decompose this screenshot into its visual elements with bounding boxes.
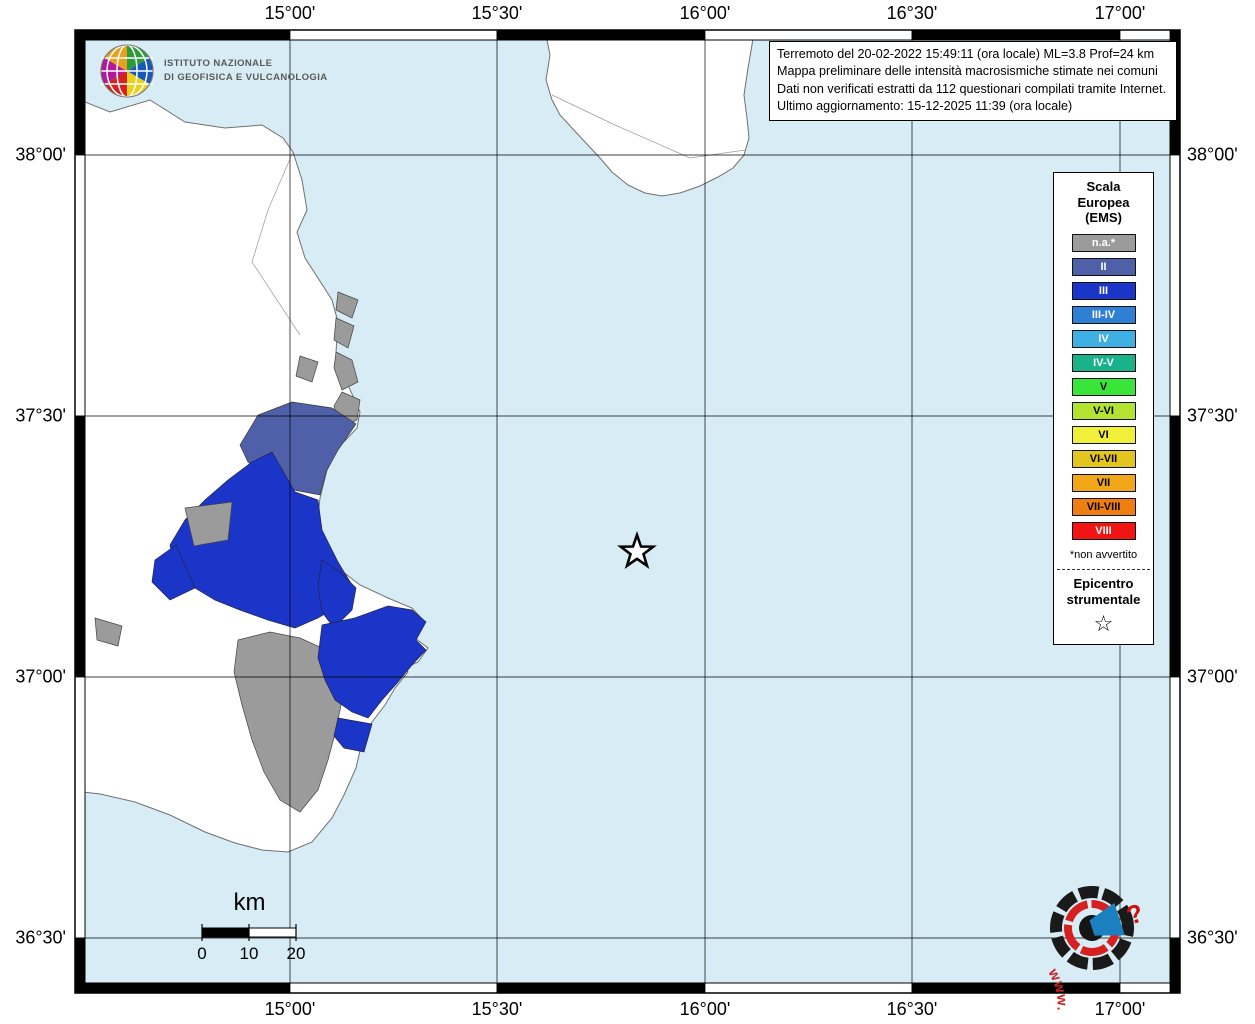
legend-swatch-na: n.a.* <box>1071 233 1136 252</box>
ingv-logo: ISTITUTO NAZIONALE DI GEOFISICA E VULCAN… <box>98 42 328 100</box>
legend-swatch-vii-viii: VII-VIII <box>1071 497 1136 516</box>
lon-label-bottom-1: 15°30' <box>471 999 523 1019</box>
legend-star-icon: ☆ <box>1093 611 1114 637</box>
lat-label-left-3: 36°30' <box>15 927 66 948</box>
legend-swatch-viii: VIII <box>1071 521 1136 540</box>
watermark-curved-text: www.haisentitoilterremoto.it <box>1007 965 1070 1013</box>
event-info-line3: Dati non verificati estratti da 112 ques… <box>777 81 1166 96</box>
legend-divider <box>1057 568 1150 570</box>
event-info-line2: Mappa preliminare delle intensità macros… <box>777 64 1158 79</box>
watermark-bullseye-icon: ? <box>1050 886 1147 970</box>
lon-label-bottom-3: 16°30' <box>886 999 938 1019</box>
watermark-www: www. <box>1044 965 1070 1012</box>
legend-epicenter-line2: strumentale <box>1066 592 1141 608</box>
lon-label-top-4: 17°00' <box>1094 3 1146 23</box>
legend-swatch-vi-vii: VI-VII <box>1071 449 1136 468</box>
lat-label-left-2: 37°00' <box>15 666 66 687</box>
legend-title-line1: Scala <box>1086 179 1121 194</box>
lat-label-left-1: 37°30' <box>15 405 66 426</box>
lon-label-top-2: 16°00' <box>679 3 731 23</box>
ingv-name-line1: ISTITUTO NAZIONALE <box>164 57 273 69</box>
lon-label-bottom-0: 15°00' <box>264 999 316 1019</box>
map-content <box>85 40 1170 983</box>
scalebar-unit-label: km <box>233 889 266 916</box>
event-info-box: Terremoto del 20-02-2022 15:49:11 (ora l… <box>769 41 1177 121</box>
legend-footnote: *non avvertito <box>1069 548 1138 561</box>
legend-swatch-vi: VI <box>1071 425 1136 444</box>
lat-label-right-2: 37°00' <box>1187 666 1238 687</box>
lat-label-right-0: 38°00' <box>1187 144 1238 165</box>
legend-title-line3: (EMS) <box>1085 210 1122 226</box>
lat-label-left-0: 38°00' <box>15 144 66 165</box>
lon-label-top-3: 16°30' <box>886 3 938 23</box>
haisentitoilterremoto-logo: ? www.haisentitoilterremoto.it <box>1007 886 1147 1013</box>
legend-swatch-iv: IV <box>1071 329 1136 348</box>
lon-label-top-1: 15°30' <box>471 3 523 23</box>
event-info-line4: Ultimo aggiornamento: 15-12-2025 11:39 (… <box>777 99 1073 114</box>
legend-epicenter-line1: Epicentro <box>1073 575 1134 591</box>
lon-label-top-0: 15°00' <box>264 3 316 23</box>
legend-swatch-iv-v: IV-V <box>1071 353 1136 372</box>
scalebar-tick-0: 0 <box>197 944 207 963</box>
svg-text:www.haisentitoilterremoto.it: www.haisentitoilterremoto.it <box>1007 965 1070 1013</box>
legend-swatch-v: V <box>1071 377 1136 396</box>
lon-label-bottom-2: 16°00' <box>679 999 731 1019</box>
legend-swatch-iii-iv: III-IV <box>1071 305 1136 324</box>
ingv-intensity-map-page: 15°00' 15°30' 16°00' 16°30' 17°00' 15°00… <box>0 0 1255 1024</box>
legend-title-line2: Europea <box>1077 194 1130 210</box>
legend-swatch-ii: II <box>1071 257 1136 276</box>
legend-swatch-iii: III <box>1071 281 1136 300</box>
lat-label-right-1: 37°30' <box>1187 405 1238 426</box>
ingv-globe-icon <box>100 44 154 98</box>
event-info-line1: Terremoto del 20-02-2022 15:49:11 (ora l… <box>777 47 1155 61</box>
legend-title: Scala Europea (EMS) <box>1054 179 1153 226</box>
legend-swatch-vii: VII <box>1071 473 1136 492</box>
ingv-name-line2: DI GEOFISICA E VULCANOLOGIA <box>164 72 328 83</box>
lat-label-right-3: 36°30' <box>1187 927 1238 948</box>
scalebar-tick-10: 10 <box>239 944 259 963</box>
legend-swatch-v-vi: V-VI <box>1071 401 1136 420</box>
ems-legend: Scala Europea (EMS) n.a.* II III III-IV … <box>1053 172 1154 646</box>
scalebar-tick-20: 20 <box>286 944 306 963</box>
